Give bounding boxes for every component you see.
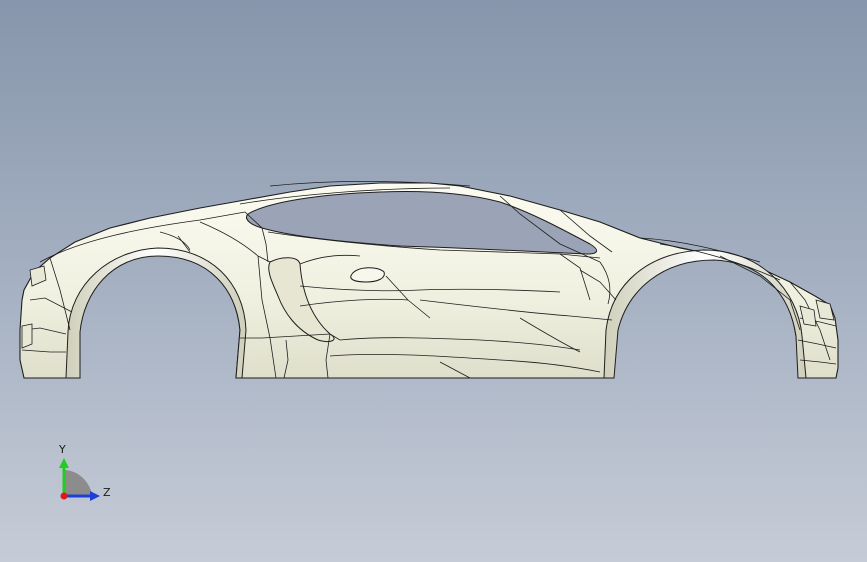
z-axis-label: Z: [103, 486, 111, 499]
triad-plane: [64, 470, 92, 495]
y-axis-arrow: [59, 458, 69, 468]
graphics-viewport[interactable]: Y Z: [0, 0, 867, 562]
x-axis-dot: [60, 492, 68, 500]
y-axis-label: Y: [59, 443, 66, 456]
car-body-model[interactable]: [0, 0, 867, 562]
z-axis-arrow: [90, 491, 100, 501]
coordinate-triad: Y Z: [50, 440, 120, 510]
